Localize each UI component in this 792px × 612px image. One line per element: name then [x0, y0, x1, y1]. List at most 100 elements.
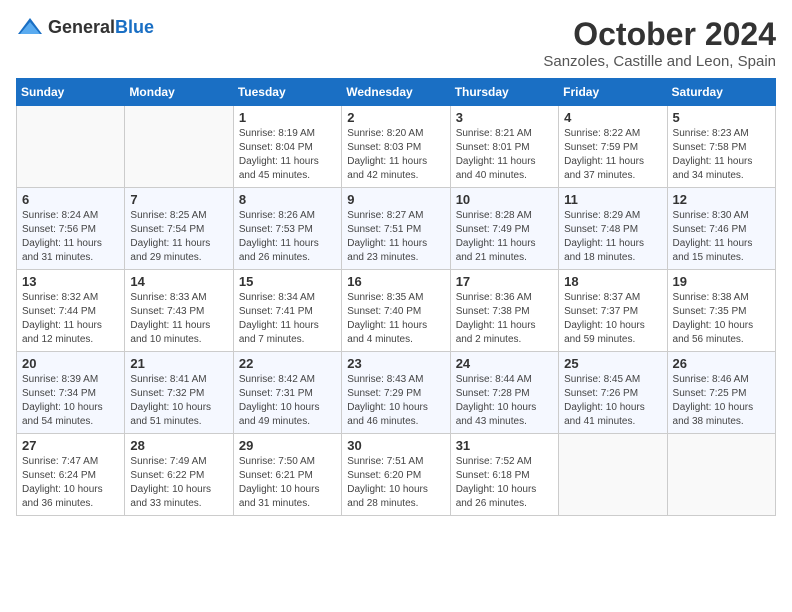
logo: GeneralBlue [16, 16, 154, 38]
cell-text: Sunrise: 8:25 AM Sunset: 7:54 PM Dayligh… [130, 209, 227, 265]
day-number: 6 [22, 192, 119, 207]
calendar-week-row: 6Sunrise: 8:24 AM Sunset: 7:56 PM Daylig… [17, 188, 776, 270]
calendar-cell: 19 Sunrise: 8:38 AM Sunset: 7:35 PM Dayli… [667, 270, 775, 352]
day-number: 9 [347, 192, 444, 207]
calendar-cell: 20Sunrise: 8:39 AM Sunset: 7:34 PM Dayli… [17, 352, 125, 434]
calendar-week-row: 13 Sunrise: 8:32 AM Sunset: 7:44 PM Dayli… [17, 270, 776, 352]
cell-text: Sunrise: 8:43 AM Sunset: 7:29 PM Dayligh… [347, 373, 444, 429]
cell-text: Sunrise: 8:38 AM Sunset: 7:35 PM Dayligh… [673, 291, 770, 347]
day-number: 27 [22, 438, 119, 453]
calendar-cell: 3 Sunrise: 8:21 AM Sunset: 8:01 PM Daylig… [450, 106, 558, 188]
day-number: 14 [130, 274, 227, 289]
day-number: 4 [564, 110, 661, 125]
month-title: October 2024 [543, 16, 776, 53]
calendar-cell: 7 Sunrise: 8:25 AM Sunset: 7:54 PM Daylig… [125, 188, 233, 270]
calendar-cell: 22 Sunrise: 8:42 AM Sunset: 7:31 PM Dayli… [233, 352, 341, 434]
day-number: 23 [347, 356, 444, 371]
header-tuesday: Tuesday [233, 79, 341, 106]
calendar-cell: 2Sunrise: 8:20 AM Sunset: 8:03 PM Daylig… [342, 106, 450, 188]
calendar-cell: 25 Sunrise: 8:45 AM Sunset: 7:26 PM Dayli… [559, 352, 667, 434]
day-number: 30 [347, 438, 444, 453]
day-number: 21 [130, 356, 227, 371]
day-number: 17 [456, 274, 553, 289]
day-number: 2 [347, 110, 444, 125]
logo-icon [16, 16, 44, 38]
calendar-week-row: 27 Sunrise: 7:47 AM Sunset: 6:24 PM Dayli… [17, 434, 776, 516]
calendar-cell: 18Sunrise: 8:37 AM Sunset: 7:37 PM Dayli… [559, 270, 667, 352]
day-number: 31 [456, 438, 553, 453]
calendar-week-row: 20Sunrise: 8:39 AM Sunset: 7:34 PM Dayli… [17, 352, 776, 434]
day-number: 26 [673, 356, 770, 371]
logo-blue: Blue [115, 17, 154, 37]
day-number: 3 [456, 110, 553, 125]
cell-text: Sunrise: 8:23 AM Sunset: 7:58 PM Dayligh… [673, 127, 770, 183]
cell-text: Sunrise: 8:19 AM Sunset: 8:04 PM Dayligh… [239, 127, 336, 183]
calendar-cell: 24Sunrise: 8:44 AM Sunset: 7:28 PM Dayli… [450, 352, 558, 434]
day-number: 19 [673, 274, 770, 289]
title-block: October 2024 Sanzoles, Castille and Leon… [543, 16, 776, 70]
cell-text: Sunrise: 8:34 AM Sunset: 7:41 PM Dayligh… [239, 291, 336, 347]
cell-text: Sunrise: 8:46 AM Sunset: 7:25 PM Dayligh… [673, 373, 770, 429]
day-number: 28 [130, 438, 227, 453]
header-monday: Monday [125, 79, 233, 106]
day-number: 20 [22, 356, 119, 371]
calendar-header-row: SundayMondayTuesdayWednesdayThursdayFrid… [17, 79, 776, 106]
calendar-cell: 9Sunrise: 8:27 AM Sunset: 7:51 PM Daylig… [342, 188, 450, 270]
location-subtitle: Sanzoles, Castille and Leon, Spain [543, 53, 776, 70]
cell-text: Sunrise: 7:51 AM Sunset: 6:20 PM Dayligh… [347, 455, 444, 511]
header-wednesday: Wednesday [342, 79, 450, 106]
calendar-cell: 21 Sunrise: 8:41 AM Sunset: 7:32 PM Dayli… [125, 352, 233, 434]
calendar-week-row: 1Sunrise: 8:19 AM Sunset: 8:04 PM Daylig… [17, 106, 776, 188]
cell-text: Sunrise: 8:32 AM Sunset: 7:44 PM Dayligh… [22, 291, 119, 347]
cell-text: Sunrise: 8:41 AM Sunset: 7:32 PM Dayligh… [130, 373, 227, 429]
cell-text: Sunrise: 8:36 AM Sunset: 7:38 PM Dayligh… [456, 291, 553, 347]
calendar-cell: 13 Sunrise: 8:32 AM Sunset: 7:44 PM Dayli… [17, 270, 125, 352]
calendar-table: SundayMondayTuesdayWednesdayThursdayFrid… [16, 78, 776, 516]
calendar-cell: 6Sunrise: 8:24 AM Sunset: 7:56 PM Daylig… [17, 188, 125, 270]
day-number: 10 [456, 192, 553, 207]
calendar-cell [125, 106, 233, 188]
calendar-cell: 4 Sunrise: 8:22 AM Sunset: 7:59 PM Daylig… [559, 106, 667, 188]
header-friday: Friday [559, 79, 667, 106]
calendar-cell: 10Sunrise: 8:28 AM Sunset: 7:49 PM Dayli… [450, 188, 558, 270]
calendar-cell: 15 Sunrise: 8:34 AM Sunset: 7:41 PM Dayli… [233, 270, 341, 352]
cell-text: Sunrise: 7:47 AM Sunset: 6:24 PM Dayligh… [22, 455, 119, 511]
calendar-cell: 30 Sunrise: 7:51 AM Sunset: 6:20 PM Dayli… [342, 434, 450, 516]
day-number: 24 [456, 356, 553, 371]
header-saturday: Saturday [667, 79, 775, 106]
cell-text: Sunrise: 8:30 AM Sunset: 7:46 PM Dayligh… [673, 209, 770, 265]
calendar-cell: 27 Sunrise: 7:47 AM Sunset: 6:24 PM Dayli… [17, 434, 125, 516]
calendar-cell: 23 Sunrise: 8:43 AM Sunset: 7:29 PM Dayli… [342, 352, 450, 434]
cell-text: Sunrise: 8:35 AM Sunset: 7:40 PM Dayligh… [347, 291, 444, 347]
day-number: 12 [673, 192, 770, 207]
day-number: 29 [239, 438, 336, 453]
calendar-cell: 1Sunrise: 8:19 AM Sunset: 8:04 PM Daylig… [233, 106, 341, 188]
cell-text: Sunrise: 8:26 AM Sunset: 7:53 PM Dayligh… [239, 209, 336, 265]
cell-text: Sunrise: 7:52 AM Sunset: 6:18 PM Dayligh… [456, 455, 553, 511]
cell-text: Sunrise: 8:22 AM Sunset: 7:59 PM Dayligh… [564, 127, 661, 183]
header-thursday: Thursday [450, 79, 558, 106]
day-number: 22 [239, 356, 336, 371]
calendar-cell: 14 Sunrise: 8:33 AM Sunset: 7:43 PM Dayli… [125, 270, 233, 352]
day-number: 16 [347, 274, 444, 289]
cell-text: Sunrise: 8:29 AM Sunset: 7:48 PM Dayligh… [564, 209, 661, 265]
day-number: 15 [239, 274, 336, 289]
cell-text: Sunrise: 8:42 AM Sunset: 7:31 PM Dayligh… [239, 373, 336, 429]
calendar-cell: 16 Sunrise: 8:35 AM Sunset: 7:40 PM Dayli… [342, 270, 450, 352]
day-number: 11 [564, 192, 661, 207]
cell-text: Sunrise: 8:21 AM Sunset: 8:01 PM Dayligh… [456, 127, 553, 183]
calendar-cell: 8Sunrise: 8:26 AM Sunset: 7:53 PM Daylig… [233, 188, 341, 270]
calendar-cell [17, 106, 125, 188]
cell-text: Sunrise: 8:33 AM Sunset: 7:43 PM Dayligh… [130, 291, 227, 347]
cell-text: Sunrise: 8:45 AM Sunset: 7:26 PM Dayligh… [564, 373, 661, 429]
day-number: 13 [22, 274, 119, 289]
calendar-cell: 28 Sunrise: 7:49 AM Sunset: 6:22 PM Dayli… [125, 434, 233, 516]
calendar-cell: 26 Sunrise: 8:46 AM Sunset: 7:25 PM Dayli… [667, 352, 775, 434]
calendar-cell: 17 Sunrise: 8:36 AM Sunset: 7:38 PM Dayli… [450, 270, 558, 352]
calendar-cell: 12 Sunrise: 8:30 AM Sunset: 7:46 PM Dayli… [667, 188, 775, 270]
day-number: 25 [564, 356, 661, 371]
calendar-cell: 11 Sunrise: 8:29 AM Sunset: 7:48 PM Dayli… [559, 188, 667, 270]
calendar-cell [667, 434, 775, 516]
cell-text: Sunrise: 7:49 AM Sunset: 6:22 PM Dayligh… [130, 455, 227, 511]
day-number: 7 [130, 192, 227, 207]
